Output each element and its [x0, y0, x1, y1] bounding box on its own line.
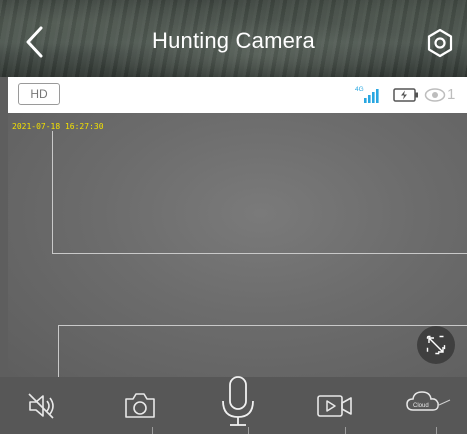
- fullscreen-button[interactable]: [417, 326, 455, 364]
- video-timestamp: 2021-07-18 16:27:30: [12, 122, 104, 131]
- guide-line: [52, 253, 467, 254]
- guide-line: [58, 325, 59, 377]
- viewer-counter: 1: [424, 86, 455, 104]
- viewer-count: 1: [447, 86, 456, 104]
- eye-icon: [424, 88, 446, 102]
- snapshot-button[interactable]: [122, 389, 158, 421]
- page-title: Hunting Camera: [152, 28, 315, 53]
- video-feed[interactable]: 2021-07-18 16:27:30: [8, 113, 467, 377]
- toolbar-tick: [152, 427, 153, 434]
- mute-button[interactable]: [26, 391, 62, 421]
- speaker-muted-icon: [28, 393, 54, 419]
- guide-line: [58, 325, 467, 326]
- toolbar-tick: [345, 427, 346, 434]
- cloud-button[interactable]: Cloud: [405, 390, 451, 416]
- quality-toggle-button[interactable]: HD: [18, 83, 60, 105]
- microphone-icon: [222, 376, 254, 426]
- cloud-icon: Cloud: [406, 391, 451, 411]
- expand-icon: [426, 335, 446, 355]
- battery-charging-icon: [393, 88, 418, 102]
- talk-button[interactable]: [219, 375, 257, 429]
- network-type-label: 4G: [355, 86, 364, 93]
- camera-icon: [125, 393, 155, 418]
- control-toolbar: Cloud: [0, 375, 467, 434]
- guide-line: [52, 131, 53, 253]
- record-button[interactable]: [315, 392, 355, 420]
- signal-icon: 4G: [355, 86, 379, 103]
- video-camera-icon: [317, 395, 352, 417]
- app-header: Hunting Camera: [0, 0, 467, 77]
- cloud-label: Cloud: [413, 403, 429, 409]
- status-bar: HD 4G 1: [8, 77, 467, 113]
- settings-button[interactable]: [424, 27, 456, 59]
- gear-icon: [427, 28, 453, 58]
- toolbar-tick: [248, 427, 249, 434]
- toolbar-tick: [436, 427, 437, 434]
